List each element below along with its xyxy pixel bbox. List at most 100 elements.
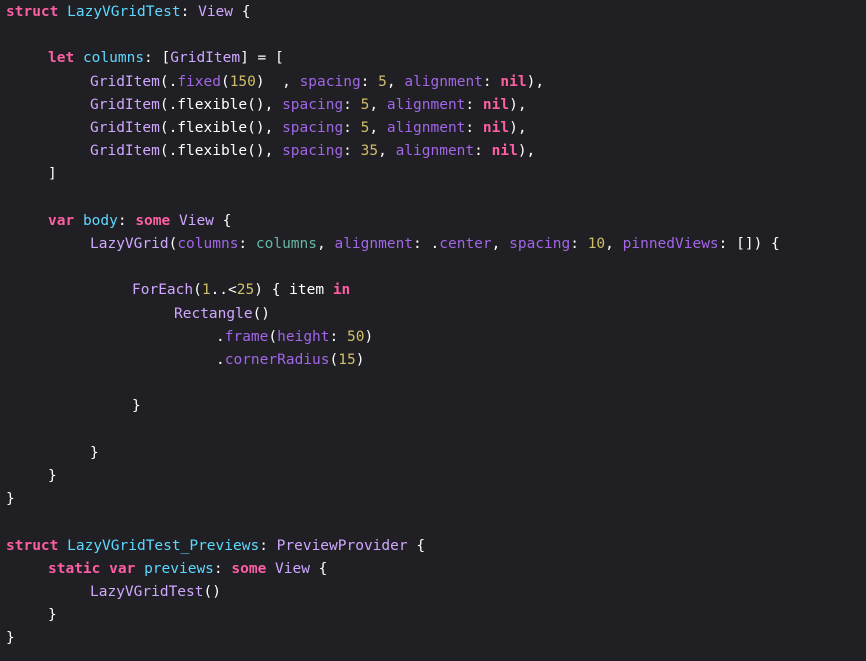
code-token: alignment bbox=[395, 143, 475, 160]
code-token: (.flexible(), bbox=[159, 96, 283, 113]
code-line[interactable]: struct LazyVGridTest_Previews: PreviewPr… bbox=[6, 536, 425, 556]
code-token: . bbox=[216, 328, 225, 345]
code-token: : bbox=[343, 120, 361, 136]
code-line[interactable]: GridItem(.flexible(), spacing: 5, alignm… bbox=[90, 95, 527, 115]
code-token: { bbox=[407, 537, 426, 554]
code-token: 150 bbox=[229, 73, 256, 90]
code-token: : bbox=[482, 73, 501, 90]
code-token: some bbox=[231, 560, 267, 577]
code-token: struct bbox=[6, 537, 59, 554]
code-token: nil bbox=[482, 120, 510, 136]
code-token: ] bbox=[48, 166, 57, 183]
code-token: (.flexible(), bbox=[159, 120, 283, 136]
code-token: { bbox=[213, 212, 232, 229]
code-token: { bbox=[309, 560, 328, 577]
code-token: : bbox=[117, 212, 136, 229]
code-line[interactable]: Rectangle() bbox=[174, 304, 270, 324]
code-token: columns bbox=[177, 236, 239, 252]
code-token: ( bbox=[329, 352, 339, 368]
code-token: : bbox=[238, 236, 256, 252]
code-token: alignment bbox=[334, 236, 414, 252]
code-line[interactable]: } bbox=[132, 396, 141, 416]
code-token: Rectangle bbox=[174, 305, 253, 322]
code-token: nil bbox=[482, 96, 510, 113]
code-token: } bbox=[90, 444, 99, 461]
code-token: previews bbox=[144, 560, 214, 577]
code-token: : bbox=[360, 73, 379, 90]
code-token: 1 bbox=[201, 282, 211, 299]
code-line[interactable]: } bbox=[48, 466, 57, 486]
code-token: : bbox=[329, 328, 347, 345]
code-token: ( bbox=[220, 73, 230, 90]
code-token: : bbox=[213, 560, 232, 577]
code-token: ), bbox=[517, 143, 536, 160]
code-token: nil bbox=[491, 143, 518, 160]
code-token: () bbox=[252, 305, 271, 322]
code-token: } bbox=[48, 607, 57, 624]
code-token: , bbox=[605, 236, 623, 252]
code-token: spacing bbox=[282, 143, 344, 160]
code-line[interactable]: } bbox=[90, 443, 99, 463]
code-token: , bbox=[369, 96, 387, 113]
code-line[interactable]: LazyVGrid(columns: columns, alignment: .… bbox=[90, 234, 780, 254]
code-token: View bbox=[275, 560, 310, 577]
code-token: ) , bbox=[255, 73, 300, 90]
code-token: (. bbox=[159, 73, 178, 90]
code-token: ), bbox=[509, 96, 527, 113]
code-line[interactable]: struct LazyVGridTest: View { bbox=[6, 2, 250, 22]
code-line[interactable]: ForEach(1..<25) { item in bbox=[132, 280, 350, 300]
code-line[interactable]: let columns: [GridItem] = [ bbox=[48, 48, 284, 68]
code-line[interactable]: static var previews: some View { bbox=[48, 559, 327, 579]
code-token: ForEach bbox=[132, 282, 194, 299]
code-token: columns bbox=[82, 50, 145, 67]
code-token: cornerRadius bbox=[224, 352, 330, 368]
code-token: : bbox=[465, 120, 483, 136]
code-token: some bbox=[135, 212, 171, 229]
code-token: alignment bbox=[386, 96, 466, 113]
code-token: : . bbox=[413, 236, 440, 252]
code-token: ( bbox=[193, 282, 202, 299]
code-token: GridItem bbox=[90, 96, 160, 113]
code-token: View bbox=[198, 4, 234, 20]
code-token: View bbox=[178, 212, 214, 229]
code-token: ) bbox=[364, 328, 374, 345]
code-token: } bbox=[6, 491, 15, 508]
code-line[interactable]: var body: some View { bbox=[48, 211, 231, 231]
code-token: let bbox=[48, 50, 75, 67]
code-line[interactable]: GridItem(.fixed(150) , spacing: 5, align… bbox=[90, 72, 544, 92]
code-line[interactable]: } bbox=[6, 489, 15, 509]
code-line[interactable]: ] bbox=[48, 164, 57, 184]
code-line[interactable]: GridItem(.flexible(), spacing: 35, align… bbox=[90, 141, 535, 161]
code-token: alignment bbox=[386, 120, 466, 136]
code-line[interactable]: .cornerRadius(15) bbox=[216, 350, 364, 370]
code-line[interactable]: } bbox=[48, 605, 57, 625]
code-token: , bbox=[378, 143, 396, 160]
code-token: : bbox=[570, 236, 588, 252]
code-token: ), bbox=[526, 73, 545, 90]
code-token: 50 bbox=[346, 328, 365, 345]
code-editor[interactable]: struct LazyVGridTest: View { let columns:… bbox=[0, 0, 866, 661]
code-token: 25 bbox=[236, 282, 255, 299]
code-line[interactable]: LazyVGridTest() bbox=[90, 582, 221, 602]
code-token: : bbox=[259, 537, 277, 554]
code-token: ) bbox=[355, 352, 365, 368]
code-token: . bbox=[216, 352, 225, 368]
code-token: LazyVGridTest bbox=[67, 4, 181, 20]
code-token: GridItem bbox=[90, 73, 160, 90]
code-line[interactable]: .frame(height: 50) bbox=[216, 327, 373, 347]
code-token: ( bbox=[168, 236, 178, 252]
code-token: PreviewProvider bbox=[276, 537, 408, 554]
code-token: } bbox=[132, 398, 141, 415]
code-token: spacing bbox=[299, 73, 361, 90]
code-token: : bbox=[180, 4, 199, 20]
code-line[interactable]: GridItem(.flexible(), spacing: 5, alignm… bbox=[90, 118, 527, 138]
code-token: , bbox=[369, 120, 387, 136]
code-line[interactable]: } bbox=[6, 628, 15, 648]
code-token: LazyVGrid bbox=[90, 236, 169, 252]
